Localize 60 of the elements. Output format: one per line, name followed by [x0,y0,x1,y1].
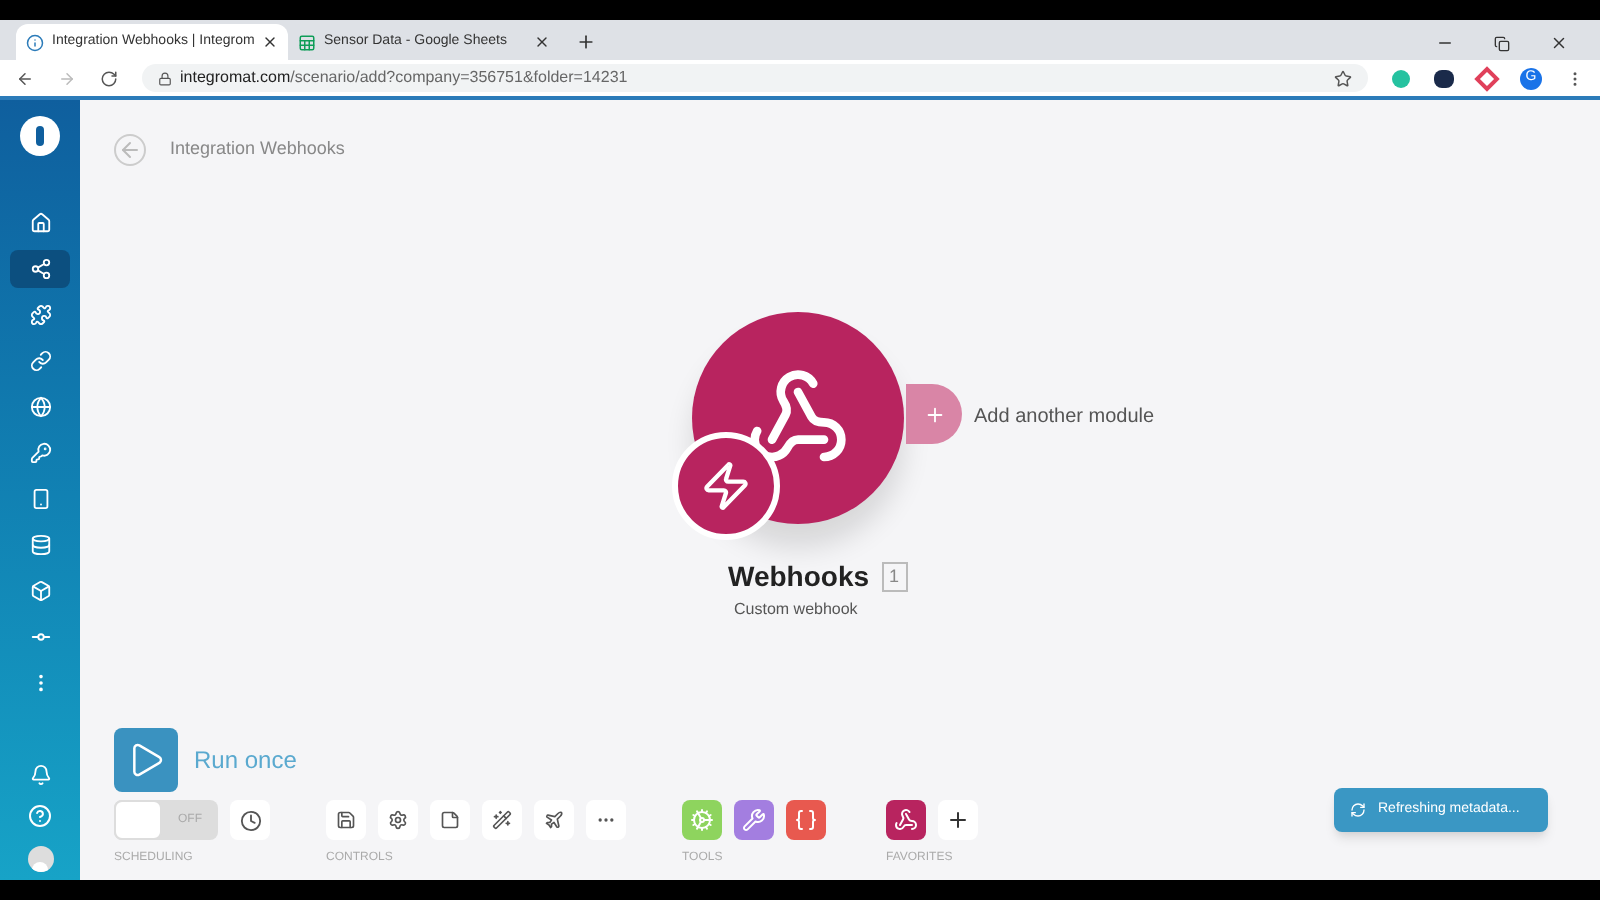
extension-icon[interactable] [1434,69,1454,87]
wand-icon [492,810,512,830]
run-once-button[interactable] [114,728,178,792]
integromat-icon [26,33,44,51]
url-path: /scenario/add?company=356751&folder=14231 [290,66,628,90]
puzzle-icon [29,304,51,326]
phone-icon [29,488,51,510]
new-tab-icon[interactable] [576,32,596,52]
module-name: Webhooks [728,558,870,596]
sidebar-item[interactable] [10,250,70,288]
note-icon [440,810,460,830]
brackets-icon [794,808,818,832]
address-bar[interactable]: integromat.com/scenario/add?company=356751&folder=14231 [142,64,1368,92]
tool-button[interactable] [734,800,774,840]
control-button[interactable] [430,800,470,840]
share-icon [29,258,51,280]
close-icon[interactable] [534,34,550,50]
breadcrumb: Integration Webhooks [170,136,345,163]
plus-icon [946,808,970,832]
control-button[interactable] [378,800,418,840]
save-icon [336,810,356,830]
star-icon[interactable] [1334,69,1352,87]
url-host: integromat.com [180,66,291,90]
module-subtitle: Custom webhook [734,598,858,622]
home-icon [29,212,51,234]
webhook-icon [894,808,918,832]
close-icon[interactable] [262,34,279,50]
settings-icon [388,810,408,830]
run-once-label: Run once [194,744,297,778]
favorite-button[interactable] [938,800,978,840]
back-icon[interactable] [16,69,34,87]
control-button[interactable] [326,800,366,840]
plus-icon [923,403,945,425]
lightning-icon [700,460,752,512]
refresh-icon [1350,802,1366,818]
key-icon [29,442,51,464]
clock-icon [239,809,261,831]
tool-button[interactable] [786,800,826,840]
box-icon [29,580,51,602]
sheet-icon [298,33,316,51]
gear-icon [690,808,714,832]
reload-icon[interactable] [100,69,118,87]
module-count: 1 [881,561,908,593]
link-icon [29,350,51,372]
control-button[interactable] [534,800,574,840]
bell-icon[interactable] [29,764,51,786]
control-button[interactable] [482,800,522,840]
user-avatar[interactable] [27,846,53,872]
database-icon [29,534,51,556]
lock-icon [158,71,172,85]
close-icon[interactable] [1550,34,1568,52]
add-module-label: Add another module [974,404,1155,432]
help-icon[interactable] [28,804,52,828]
logo-icon[interactable] [20,116,60,156]
schedule-button[interactable] [230,800,270,840]
favorite-button[interactable] [886,800,926,840]
globe-icon [29,396,51,418]
plane-icon [544,810,564,830]
restore-icon[interactable] [1494,35,1510,51]
wrench-icon [742,808,766,832]
